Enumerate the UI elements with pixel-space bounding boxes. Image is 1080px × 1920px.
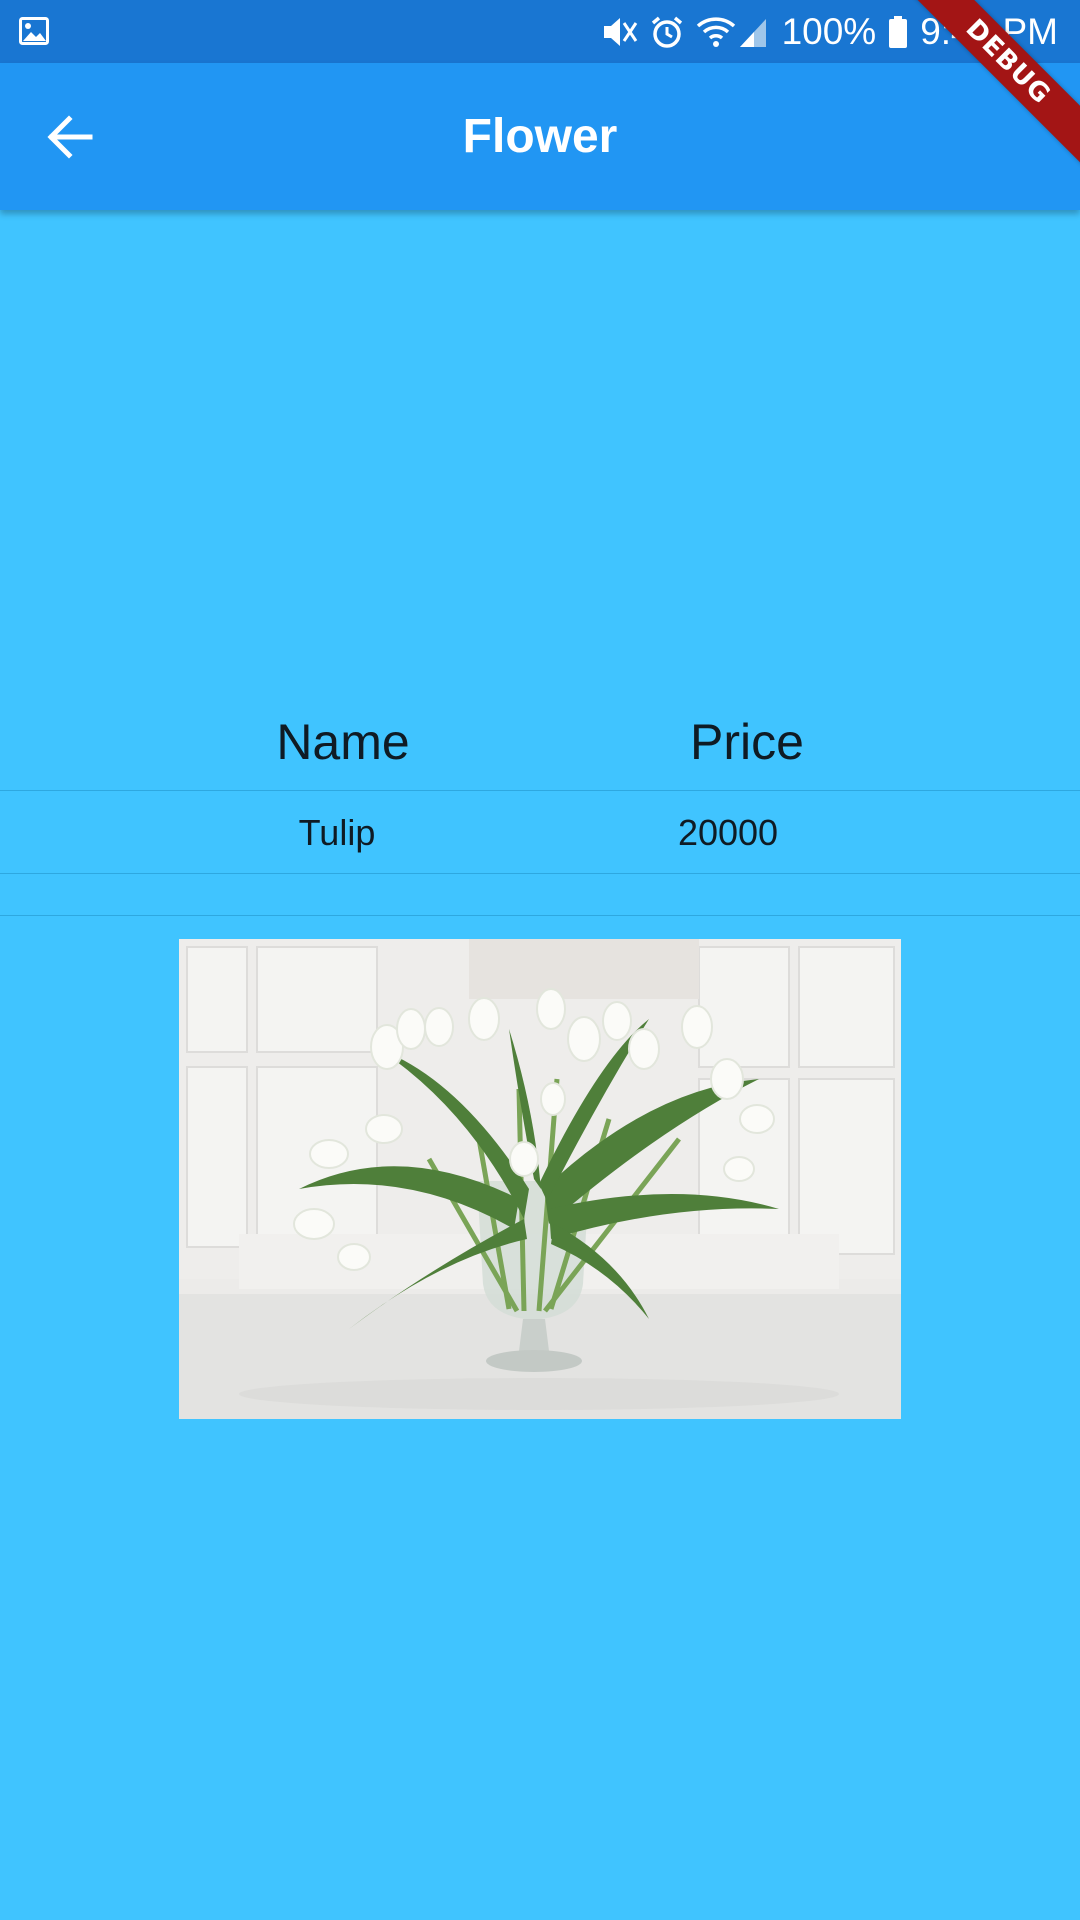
page-title: Flower bbox=[462, 110, 618, 163]
alarm-icon bbox=[651, 16, 682, 48]
flower-image bbox=[179, 939, 901, 1419]
data-table: Name Price Tulip 20000 bbox=[0, 690, 1080, 916]
table-row-empty bbox=[0, 874, 1080, 916]
column-header-name[interactable]: Name bbox=[193, 690, 493, 794]
gallery-icon bbox=[19, 17, 49, 45]
table-row[interactable]: Tulip 20000 bbox=[0, 791, 1080, 874]
status-bar: 100% 9:44 PM bbox=[0, 0, 1080, 63]
signal-icon bbox=[739, 18, 766, 47]
app-bar: Flower bbox=[0, 63, 1080, 210]
wifi-icon bbox=[696, 16, 735, 47]
table-header-row: Name Price bbox=[0, 690, 1080, 791]
cell-price: 20000 bbox=[677, 812, 779, 853]
cell-name: Tulip bbox=[298, 812, 376, 853]
screen: 100% 9:44 PM Flower DEBUG Name Price Tul… bbox=[0, 0, 1080, 1920]
column-header-price[interactable]: Price bbox=[597, 690, 897, 794]
mute-icon bbox=[603, 17, 637, 46]
battery-percent: 100% bbox=[781, 11, 877, 52]
battery-icon bbox=[889, 15, 908, 48]
